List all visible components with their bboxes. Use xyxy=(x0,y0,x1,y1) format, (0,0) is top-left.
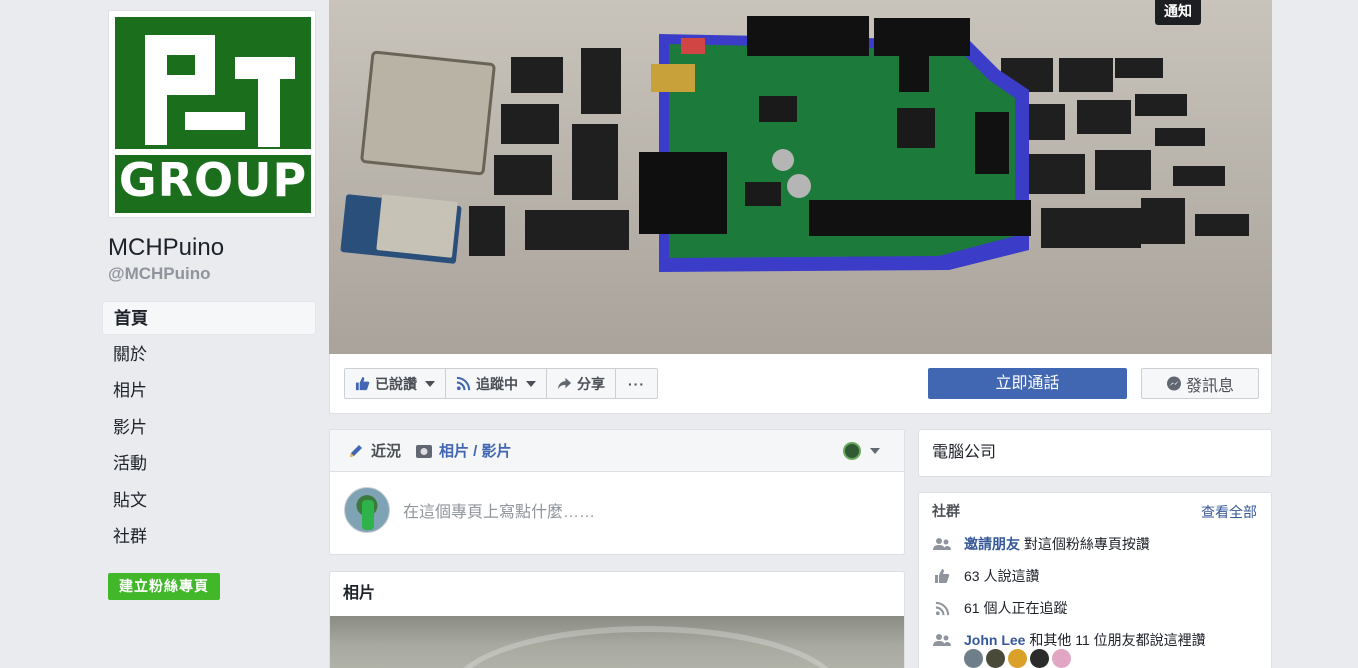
send-message-label: 發訊息 xyxy=(1185,377,1234,395)
avatar xyxy=(843,442,861,460)
friends-icon xyxy=(933,538,951,550)
liked-button[interactable]: 已說讚 xyxy=(345,369,446,398)
friends-like-text: 和其他 11 位朋友都說這裡讚 xyxy=(1029,632,1206,648)
composer-tabs: 近況 相片 / 影片 xyxy=(330,430,904,472)
follows-count: 61 個人正在追蹤 xyxy=(964,600,1068,616)
photos-title[interactable]: 相片 xyxy=(330,572,904,616)
chevron-down-icon xyxy=(870,448,880,454)
liked-label: 已說讚 xyxy=(375,375,417,392)
rss-icon xyxy=(935,601,949,615)
nav-item-posts[interactable]: 貼文 xyxy=(102,484,316,518)
user-avatar xyxy=(344,487,390,533)
rss-icon xyxy=(456,376,471,391)
camera-icon xyxy=(416,444,433,458)
likes-row: 63 人說這讚 xyxy=(932,566,1039,586)
friend-name-link[interactable]: John Lee xyxy=(964,632,1025,648)
nav-item-about[interactable]: 關於 xyxy=(102,338,316,372)
friend-avatars xyxy=(964,649,1071,668)
invite-friends-row: 邀請朋友 對這個粉絲專頁按讚 xyxy=(932,534,1150,554)
chevron-down-icon xyxy=(425,380,435,387)
photo-thumbnail[interactable] xyxy=(330,616,904,668)
photos-section: 相片 xyxy=(329,571,905,668)
share-arrow-icon xyxy=(557,377,572,390)
following-label: 追蹤中 xyxy=(476,375,518,392)
profile-picture[interactable]: GROUP xyxy=(108,10,316,218)
avatar[interactable] xyxy=(1052,649,1071,668)
nav-item-events[interactable]: 活動 xyxy=(102,447,316,481)
avatar[interactable] xyxy=(964,649,983,668)
pgt-group-logo: GROUP xyxy=(115,17,311,213)
chevron-down-icon xyxy=(526,380,536,387)
more-icon: ··· xyxy=(628,375,645,392)
community-title: 社群 xyxy=(932,503,960,519)
nav-item-videos[interactable]: 影片 xyxy=(102,411,316,445)
avatar[interactable] xyxy=(1030,649,1049,668)
invite-text: 對這個粉絲專頁按讚 xyxy=(1023,536,1150,552)
page-nav: 首頁 關於 相片 影片 活動 貼文 社群 xyxy=(102,301,316,557)
call-now-button[interactable]: 立即通話 xyxy=(928,368,1127,399)
community-card: 社群 查看全部 邀請朋友 對這個粉絲專頁按讚 63 人說這讚 61 個人正在追蹤 xyxy=(918,492,1272,668)
composer-input-row[interactable]: 在這個專頁上寫點什麼…… xyxy=(344,487,595,533)
send-message-button[interactable]: 發訊息 xyxy=(1141,368,1259,399)
pencil-icon xyxy=(350,444,362,457)
cover-photo-image xyxy=(329,0,1272,354)
more-options-button[interactable]: ··· xyxy=(616,369,657,398)
avatar[interactable] xyxy=(986,649,1005,668)
tab-photo-video[interactable]: 相片 / 影片 xyxy=(415,440,512,461)
friends-icon xyxy=(933,634,951,646)
follows-row: 61 個人正在追蹤 xyxy=(932,598,1067,618)
page-handle[interactable]: @MCHPuino xyxy=(108,264,211,284)
post-composer: 近況 相片 / 影片 在這個專頁上寫點什麼…… xyxy=(329,429,905,555)
nav-item-home[interactable]: 首頁 xyxy=(102,301,316,335)
see-all-link[interactable]: 查看全部 xyxy=(1201,502,1257,522)
friends-like-row: John Lee 和其他 11 位朋友都說這裡讚 xyxy=(932,630,1206,650)
following-button[interactable]: 追蹤中 xyxy=(446,369,547,398)
page-category[interactable]: 電腦公司 xyxy=(918,429,1272,477)
nav-item-community[interactable]: 社群 xyxy=(102,520,316,554)
tab-status[interactable]: 近況 xyxy=(347,440,401,461)
page-actions-group: 已說讚 追蹤中 分享 ··· xyxy=(344,368,658,399)
tab-photo-video-label: 相片 / 影片 xyxy=(439,443,512,460)
share-button[interactable]: 分享 xyxy=(547,369,616,398)
cover-photo[interactable] xyxy=(329,0,1272,354)
thumbs-up-icon xyxy=(935,569,950,583)
page-action-bar: 已說讚 追蹤中 分享 ··· 立即通話 發訊息 xyxy=(329,354,1272,414)
create-page-button[interactable]: 建立粉絲專頁 xyxy=(108,573,220,600)
page-name[interactable]: MCHPuino xyxy=(108,234,224,262)
messenger-icon xyxy=(1166,376,1181,390)
post-as-selector[interactable] xyxy=(843,442,880,460)
nav-item-photos[interactable]: 相片 xyxy=(102,374,316,408)
share-label: 分享 xyxy=(577,375,605,392)
invite-friends-link[interactable]: 邀請朋友 xyxy=(964,536,1020,552)
likes-count: 63 人說這讚 xyxy=(964,568,1040,584)
thumbs-up-icon xyxy=(355,376,370,391)
composer-placeholder[interactable]: 在這個專頁上寫點什麼…… xyxy=(403,498,595,522)
avatar[interactable] xyxy=(1008,649,1027,668)
notifications-tooltip: 通知 xyxy=(1155,0,1201,25)
tab-status-label: 近況 xyxy=(371,443,402,460)
logo-wordmark: GROUP xyxy=(118,153,308,207)
